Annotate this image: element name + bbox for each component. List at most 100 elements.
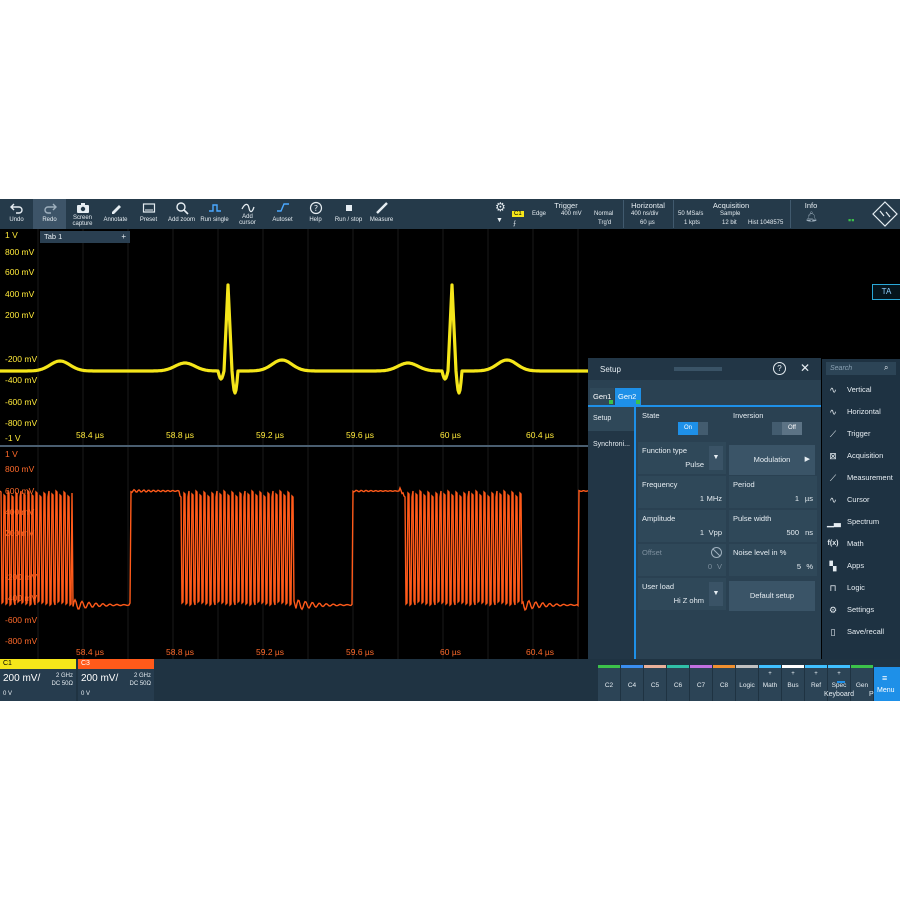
horizontal-info[interactable]: Horizontal 400 ns/div 60 µs [624, 199, 672, 229]
camera-icon [66, 201, 99, 215]
dialog-title: Setup [600, 365, 621, 374]
frequency-field[interactable]: Frequency 1 MHz [638, 476, 726, 508]
redo-button[interactable]: Redo [33, 199, 66, 229]
x-tick-label: 58.8 µs [166, 647, 195, 657]
c1-y-label: -400 mV [5, 375, 38, 385]
nav-divider [634, 407, 636, 659]
channel-button-c6[interactable]: C6 [667, 665, 689, 701]
tab-gen2[interactable]: Gen2 [615, 388, 641, 405]
c3-y-label: 200 mV [5, 528, 35, 538]
tab-gen1[interactable]: Gen1 [590, 388, 614, 405]
modulation-button[interactable]: Modulation ▶ [729, 445, 815, 475]
function-type-field[interactable]: Function type Pulse ▼ [638, 442, 726, 474]
menu-item-cursor[interactable]: ∿ Cursor [822, 489, 900, 511]
sine-wave-icon: ∿ [829, 407, 837, 417]
search-icon[interactable]: ⌕ [884, 363, 888, 373]
dropdown-arrow-icon[interactable]: ▼ [709, 446, 723, 470]
undo-icon [0, 201, 33, 217]
period-field[interactable]: Period 1 µs [729, 476, 817, 508]
default-setup-button[interactable]: Default setup [729, 581, 815, 611]
menu-item-horizontal[interactable]: ∿ Horizontal [822, 401, 900, 423]
add-tab-button[interactable]: + [121, 231, 126, 243]
channel-color-bar [667, 665, 689, 668]
c3-y-label: 800 mV [5, 464, 35, 474]
channel-c3-box[interactable]: C3 200 mV/ 2 GHz DC 50Ω 0 V [78, 659, 154, 701]
trigger-info[interactable]: Trigger C1 ⨍ Edge 400 mV Normal Trg'd [510, 199, 622, 229]
channel-button-c2[interactable]: C2 [598, 665, 620, 701]
channel-button-label: C4 [627, 682, 637, 689]
channel-button-bus[interactable]: + Bus [782, 665, 804, 701]
add-zoom-button[interactable]: Add zoom [165, 199, 198, 229]
channel-button-c4[interactable]: C4 [621, 665, 643, 701]
bottom-bar: C1 200 mV/ 2 GHz DC 50Ω 0 V C3 200 mV/ 2 … [0, 659, 900, 701]
menu-item-acquisition[interactable]: ⊠ Acquisition [822, 445, 900, 467]
autoset-icon [266, 201, 299, 217]
autoset-button[interactable]: Autoset [266, 199, 299, 229]
c1-y-label: 400 mV [5, 289, 35, 299]
status-indicator [609, 400, 613, 404]
run-single-button[interactable]: Run single [198, 199, 231, 229]
menu-item-spectrum[interactable]: ▁▃ Spectrum [822, 511, 900, 533]
file-icon: ▯ [830, 627, 836, 637]
annotate-button[interactable]: Annotate [99, 199, 132, 229]
channel-button-c7[interactable]: C7 [690, 665, 712, 701]
add-cursor-button[interactable]: Add cursor [231, 199, 264, 229]
c1-y-label: -600 mV [5, 397, 38, 407]
noise-level-field[interactable]: Noise level in % 5 % [729, 544, 817, 576]
preset-button[interactable]: Preset [132, 199, 165, 229]
inversion-toggle[interactable]: Off [772, 422, 802, 435]
ruler-icon: ⟋ [829, 473, 837, 483]
c3-y-label: 400 mV [5, 507, 35, 517]
channel-button-label: C2 [604, 682, 614, 689]
settings-gear-button[interactable]: ⚙ ▼ [492, 199, 510, 229]
menu-item-save-recall[interactable]: ▯ Save/recall [822, 621, 900, 643]
keyboard-button[interactable]: Keyboard [822, 659, 860, 701]
channel-button-c8[interactable]: C8 [713, 665, 735, 701]
cursor-icon [231, 201, 264, 214]
amplitude-field[interactable]: Amplitude 1 Vpp [638, 510, 726, 542]
dialog-title-bar[interactable]: Setup ? ✕ [588, 358, 821, 380]
state-toggle[interactable]: On [678, 422, 708, 435]
acquisition-info[interactable]: Acquisition 50 MSa/s 1 kpts Sample 12 bi… [674, 199, 788, 229]
menu-item-logic[interactable]: ⊓ Logic [822, 577, 900, 599]
c1-waveform [0, 283, 588, 395]
channel-button-logic[interactable]: Logic [736, 665, 758, 701]
pulse-width-field[interactable]: Pulse width 500 ns [729, 510, 817, 542]
nav-setup[interactable]: Setup [588, 407, 634, 431]
menu-item-settings[interactable]: ⚙ Settings [822, 599, 900, 621]
menu-item-trigger[interactable]: ⟋ Trigger [822, 423, 900, 445]
trigger-source-badge: C1 [512, 211, 524, 217]
channel-button-c5[interactable]: C5 [644, 665, 666, 701]
dropdown-arrow-icon[interactable]: ▼ [709, 582, 723, 606]
info-button[interactable]: Info 🔔︎ [791, 199, 831, 229]
nav-synchronization[interactable]: Synchroni... [588, 433, 634, 457]
user-load-field[interactable]: User load Hi Z ohm ▼ [638, 578, 726, 610]
tab-1[interactable]: Tab 1 + [40, 231, 130, 243]
trigger-marker[interactable]: TA [872, 284, 900, 300]
close-icon[interactable]: ✕ [800, 361, 810, 375]
network-status: ▪▪ [845, 199, 861, 229]
help-icon[interactable]: ? [773, 362, 786, 375]
channel-bandwidth: 2 GHz DC 50Ω [51, 673, 74, 687]
x-tick-label: 60 µs [440, 647, 461, 657]
apps-icon: ▚ [829, 561, 837, 571]
pane-divider[interactable] [0, 445, 588, 447]
channel-button-label: C8 [719, 682, 729, 689]
x-tick-label: 60.4 µs [526, 647, 555, 657]
undo-button[interactable]: Undo [0, 199, 33, 229]
screen-capture-button[interactable]: Screen capture [66, 199, 99, 229]
channel-c1-box[interactable]: C1 200 mV/ 2 GHz DC 50Ω 0 V [0, 659, 76, 701]
menu-button[interactable]: ≡ Menu [874, 667, 900, 701]
menu-item-math[interactable]: f(x) Math [822, 533, 900, 555]
channel-button-math[interactable]: + Math [759, 665, 781, 701]
menu-item-vertical[interactable]: ∿ Vertical [822, 379, 900, 401]
dialog-side-nav: Setup Synchroni... [588, 407, 634, 659]
help-button[interactable]: ? Help [299, 199, 332, 229]
c3-y-label: -800 mV [5, 636, 38, 646]
menu-item-apps[interactable]: ▚ Apps [822, 555, 900, 577]
waveform-area[interactable]: Tab 1 + 1 V 800 mV 600 mV 400 mV 200 mV … [0, 229, 588, 659]
menu-item-measurement[interactable]: ⟋ Measurement [822, 467, 900, 489]
measure-button[interactable]: Measure [365, 199, 398, 229]
drag-handle[interactable] [674, 367, 722, 371]
run-stop-button[interactable]: Run / stop [332, 199, 365, 229]
